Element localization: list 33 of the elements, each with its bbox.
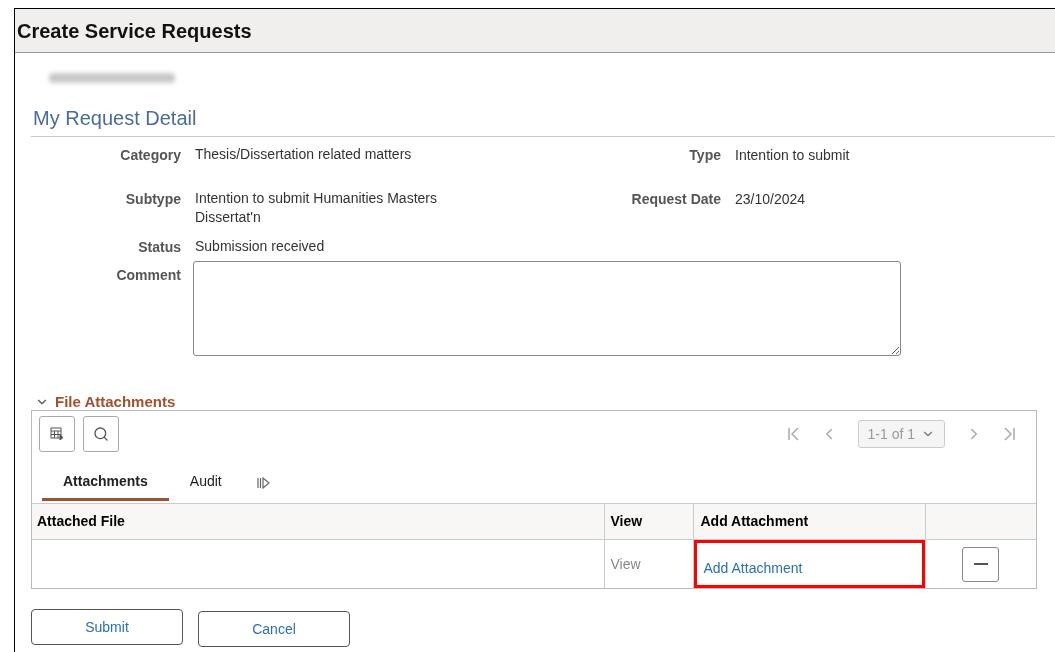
field-label: Comment bbox=[115, 266, 181, 285]
field-value: Intention to submit Humanities Masters Dissertat'n bbox=[195, 189, 438, 227]
field-value: 23/10/2024 bbox=[735, 190, 806, 209]
minus-icon bbox=[973, 563, 988, 565]
tab[interactable]: Attachments bbox=[42, 465, 169, 501]
page-title: Create Service Requests bbox=[17, 18, 252, 44]
delete-row-button[interactable] bbox=[962, 546, 1000, 582]
field-label: Status bbox=[137, 238, 181, 257]
grid-icon bbox=[50, 427, 64, 441]
comment-field[interactable] bbox=[193, 261, 901, 356]
add-attachment-link[interactable]: Add Attachment bbox=[703, 560, 803, 576]
field-label: Type bbox=[688, 146, 721, 165]
field-value: Submission received bbox=[195, 237, 326, 256]
action-button[interactable]: Submit bbox=[31, 609, 183, 645]
section-heading: My Request Detail bbox=[31, 103, 1055, 137]
field-label: Request Date bbox=[630, 190, 721, 209]
section-title[interactable]: File Attachments bbox=[55, 390, 176, 414]
column-header: Attached File bbox=[32, 503, 604, 540]
tab[interactable]: Audit bbox=[168, 465, 243, 501]
last-page-icon[interactable] bbox=[1003, 427, 1015, 441]
column-header: Add Attachment bbox=[693, 503, 925, 540]
field-label: Category bbox=[119, 146, 181, 165]
show-all-columns-icon[interactable] bbox=[256, 477, 271, 489]
field-label: Subtype bbox=[124, 190, 181, 209]
search-button[interactable] bbox=[83, 416, 119, 452]
view-link[interactable]: View bbox=[610, 556, 641, 572]
field-value: Intention to submit bbox=[735, 146, 850, 165]
column-header: View bbox=[604, 503, 693, 540]
grid-button[interactable] bbox=[39, 416, 75, 452]
action-button[interactable]: Cancel bbox=[198, 611, 350, 647]
field-value: Thesis/Dissertation related matters bbox=[195, 145, 413, 164]
search-icon bbox=[93, 426, 109, 442]
first-page-icon[interactable] bbox=[787, 427, 800, 441]
